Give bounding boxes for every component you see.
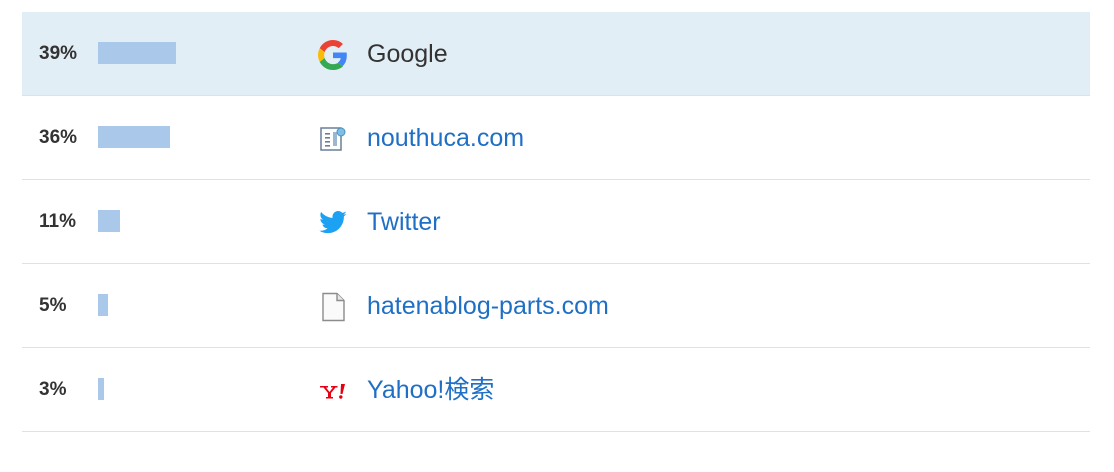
referrer-percent: 39% — [39, 43, 78, 64]
referrer-percent: 36% — [39, 127, 78, 148]
referrer-list: 39% Google 36% nouthuca.com 11% Twitter … — [22, 12, 1090, 432]
referrer-row: 3% Yahoo!検索 — [22, 348, 1090, 432]
yahoo-icon — [318, 376, 348, 406]
twitter-bird-icon — [318, 208, 348, 238]
referrer-share-bar — [98, 378, 104, 400]
referrer-link[interactable]: nouthuca.com — [367, 96, 524, 180]
referrer-share-bar — [98, 294, 108, 316]
referrer-link[interactable]: Yahoo!検索 — [367, 348, 494, 432]
referrer-link[interactable]: hatenablog-parts.com — [367, 264, 609, 348]
referrer-share-bar — [98, 210, 120, 232]
referrer-row: 36% nouthuca.com — [22, 96, 1090, 180]
blank-document-icon — [318, 292, 348, 322]
referrer-percent: 3% — [39, 379, 67, 400]
referrer-link[interactable]: Twitter — [367, 180, 441, 264]
referrer-share-bar — [98, 42, 176, 64]
referrer-row: 5% hatenablog-parts.com — [22, 264, 1090, 348]
referrer-share-bar — [98, 126, 170, 148]
site-favicon-icon — [318, 124, 348, 154]
referrer-row: 39% Google — [22, 12, 1090, 96]
google-icon — [318, 40, 348, 70]
referrer-percent: 5% — [39, 295, 67, 316]
referrer-name: Google — [367, 40, 448, 68]
referrer-percent: 11% — [39, 211, 76, 232]
referrer-row: 11% Twitter — [22, 180, 1090, 264]
